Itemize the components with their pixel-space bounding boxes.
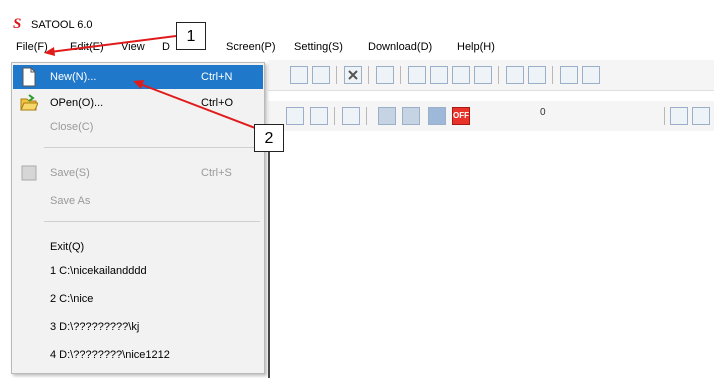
page-icon[interactable]	[286, 107, 304, 125]
menu-item-shortcut: Ctrl+N	[201, 71, 233, 83]
menu-separator	[44, 147, 260, 148]
settings-icon[interactable]	[692, 107, 710, 125]
callout-1: 1	[176, 22, 206, 50]
menu-item-close[interactable]: Close(C)	[13, 115, 263, 139]
file-menu-dropdown: New(N)... Ctrl+N OPen(O)... Ctrl+O Close…	[11, 62, 265, 374]
paste-icon[interactable]	[312, 66, 330, 84]
menu-item-label: Save As	[50, 195, 91, 207]
workspace-canvas[interactable]	[272, 131, 714, 378]
window-icon[interactable]	[402, 107, 420, 125]
window-title: SATOOL 6.0	[31, 19, 93, 31]
toolbar-separator	[336, 66, 337, 84]
undo-icon[interactable]	[376, 66, 394, 84]
menu-item-label: OPen(O)...	[50, 97, 104, 109]
menu-item-new[interactable]: New(N)... Ctrl+N	[13, 65, 263, 89]
save-icon	[21, 165, 37, 181]
off-button-icon[interactable]: OFF	[452, 107, 470, 125]
delete-icon[interactable]	[344, 66, 362, 84]
group-icon[interactable]	[430, 66, 448, 84]
menu-item-recent-1[interactable]: 1 C:\nicekailandddd	[13, 259, 263, 283]
menu-item-exit[interactable]: Exit(Q)	[13, 235, 263, 259]
toolbar-main	[268, 60, 714, 91]
menu-item-shortcut: Ctrl+S	[201, 167, 232, 179]
distribute-horizontal-icon[interactable]	[506, 66, 524, 84]
distribute-vertical-icon[interactable]	[528, 66, 546, 84]
new-file-icon	[22, 67, 36, 87]
toolbar-separator	[498, 66, 499, 84]
menu-item-save-as[interactable]: Save As	[13, 189, 263, 213]
menu-item-recent-3[interactable]: 3 D:\?????????\kj	[13, 315, 263, 339]
refresh-icon[interactable]	[670, 107, 688, 125]
menu-d[interactable]: D	[162, 41, 170, 53]
align-icon[interactable]	[408, 66, 426, 84]
menu-item-shortcut: Ctrl+O	[201, 97, 234, 109]
toolbar-separator	[400, 66, 401, 84]
title-bar: S SATOOL 6.0	[0, 0, 714, 36]
callout-2: 2	[254, 124, 284, 152]
menu-help[interactable]: Help(H)	[457, 41, 495, 53]
menu-bar: File(F) Edit(E) View D Screen(P) Setting…	[0, 36, 714, 58]
menu-screen[interactable]: Screen(P)	[226, 41, 276, 53]
menu-download[interactable]: Download(D)	[368, 41, 432, 53]
app-logo-icon: S	[13, 16, 22, 32]
toolbar-objects: OFF	[268, 101, 714, 132]
menu-item-recent-4[interactable]: 4 D:\????????\nice1212	[13, 343, 263, 367]
menu-item-label: Save(S)	[50, 167, 90, 179]
screen-icon[interactable]	[378, 107, 396, 125]
menu-item-save[interactable]: Save(S) Ctrl+S	[13, 161, 263, 185]
menu-edit[interactable]: Edit(E)	[70, 41, 104, 53]
workspace-frame	[268, 131, 270, 378]
text-icon[interactable]	[310, 107, 328, 125]
left-margin	[0, 62, 11, 378]
menu-item-label: 2 C:\nice	[50, 293, 94, 305]
align-right-icon[interactable]	[582, 66, 600, 84]
menu-file[interactable]: File(F)	[16, 41, 48, 53]
toolbar-separator	[368, 66, 369, 84]
menu-item-label: 1 C:\nicekailandddd	[50, 265, 147, 277]
toolbar-separator	[366, 107, 367, 125]
on-button-icon[interactable]	[428, 107, 446, 125]
menu-item-label: 4 D:\????????\nice1212	[50, 349, 170, 361]
menu-item-label: Close(C)	[50, 121, 94, 133]
menu-item-label: Exit(Q)	[50, 241, 85, 253]
toolbar-separator	[334, 107, 335, 125]
menu-item-label: New(N)...	[50, 71, 97, 83]
toolbar-value-display: 0	[540, 107, 546, 118]
menu-setting[interactable]: Setting(S)	[294, 41, 343, 53]
align-left-icon[interactable]	[560, 66, 578, 84]
toolbar-separator	[664, 107, 665, 125]
menu-item-open[interactable]: OPen(O)... Ctrl+O	[13, 91, 263, 115]
copy-icon[interactable]	[290, 66, 308, 84]
layer-back-icon[interactable]	[474, 66, 492, 84]
open-folder-icon	[20, 94, 38, 111]
menu-item-recent-2[interactable]: 2 C:\nice	[13, 287, 263, 311]
layer-front-icon[interactable]	[452, 66, 470, 84]
toolbar-separator	[552, 66, 553, 84]
image-icon[interactable]	[342, 107, 360, 125]
menu-view[interactable]: View	[121, 41, 145, 53]
menu-separator	[44, 221, 260, 222]
menu-item-label: 3 D:\?????????\kj	[50, 321, 140, 333]
